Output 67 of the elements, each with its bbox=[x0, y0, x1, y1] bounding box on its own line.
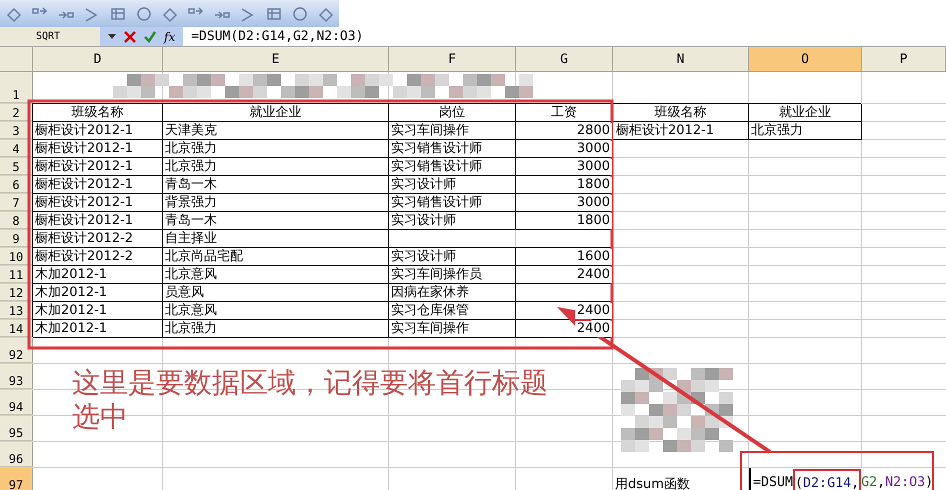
table-cell: 橱柜设计2012-1 bbox=[33, 122, 163, 140]
table-cell: 实习车间操作 bbox=[389, 122, 516, 140]
table-cell: 橱柜设计2012-1 bbox=[33, 212, 163, 230]
column-header[interactable]: O bbox=[749, 47, 862, 72]
column-header[interactable]: P bbox=[862, 47, 946, 72]
select-all-corner[interactable] bbox=[0, 47, 33, 72]
table-cell: 实习销售设计师 bbox=[389, 158, 516, 176]
table-cell: 橱柜设计2012-2 bbox=[33, 248, 163, 266]
column-header[interactable]: F bbox=[389, 47, 516, 72]
table-cell: 北京强力 bbox=[163, 158, 389, 176]
table-cell: 因病在家休养 bbox=[389, 284, 516, 302]
close-icon[interactable] bbox=[124, 30, 136, 42]
table-cell: 实习车间操作 bbox=[389, 320, 516, 338]
cell-editor[interactable]: =DSUM(D2:G14,G2,N2:O3) bbox=[749, 468, 934, 490]
table-cell: 木加2012-1 bbox=[33, 302, 163, 320]
table-cell: 背景强力 bbox=[163, 194, 389, 212]
column-header[interactable]: G bbox=[516, 47, 613, 72]
check-icon[interactable] bbox=[144, 30, 156, 42]
table-cell: 3000 bbox=[516, 140, 613, 158]
table-cell: 3000 bbox=[516, 194, 613, 212]
table-cell: 2800 bbox=[516, 122, 613, 140]
table-cell: 实习车间操作员 bbox=[389, 266, 516, 284]
table-cell: 橱柜设计2012-1 bbox=[33, 194, 163, 212]
table-cell: 青岛一木 bbox=[163, 212, 389, 230]
annotation-note: 这里是要数据区域，记得要将首行标题选中 bbox=[72, 366, 549, 434]
table-cell: 实习设计师 bbox=[389, 176, 516, 194]
table-cell: 北京强力 bbox=[749, 122, 862, 140]
table-cell: 实习设计师 bbox=[389, 248, 516, 266]
table-cell: 橱柜设计2012-1 bbox=[33, 176, 163, 194]
table-cell: 木加2012-1 bbox=[33, 266, 163, 284]
table-cell: 1600 bbox=[516, 248, 613, 266]
formula-field[interactable]: =DSUM(D2:G14,G2,N2:O3) bbox=[183, 27, 946, 46]
table-cell: 橱柜设计2012-1 bbox=[613, 122, 749, 140]
table-cell: 实习设计师 bbox=[389, 212, 516, 230]
table-cell: 橱柜设计2012-1 bbox=[33, 158, 163, 176]
table-cell: 青岛一木 bbox=[163, 176, 389, 194]
column-header[interactable]: E bbox=[163, 47, 389, 72]
row-header[interactable]: 93 bbox=[0, 364, 33, 389]
row-header[interactable]: 95 bbox=[0, 416, 33, 441]
row-header[interactable]: 1 bbox=[0, 72, 33, 103]
table-cell: 1800 bbox=[516, 176, 613, 194]
table-cell: 北京强力 bbox=[163, 320, 389, 338]
table-cell: 北京尚品宅配 bbox=[163, 248, 389, 266]
row-header[interactable]: 97 bbox=[0, 468, 33, 490]
table-cell: 2400 bbox=[516, 266, 613, 284]
name-box[interactable]: SQRT bbox=[0, 31, 100, 42]
table-cell: 实习仓库保管 bbox=[389, 302, 516, 320]
table-cell: 木加2012-1 bbox=[33, 284, 163, 302]
table-cell: 橱柜设计2012-2 bbox=[33, 230, 163, 248]
row-header[interactable]: 94 bbox=[0, 390, 33, 415]
table-cell: 1800 bbox=[516, 212, 613, 230]
insert-function-button[interactable]: fx bbox=[164, 30, 176, 44]
row-header[interactable]: 96 bbox=[0, 442, 33, 467]
table-cell: 实习销售设计师 bbox=[389, 140, 516, 158]
table-cell: 北京强力 bbox=[163, 140, 389, 158]
table-cell: 木加2012-1 bbox=[33, 320, 163, 338]
row-header[interactable]: 92 bbox=[0, 338, 33, 363]
cell-text: 用dsum函数 bbox=[613, 477, 692, 490]
table-cell: 北京意风 bbox=[163, 266, 389, 284]
table-cell: 北京意风 bbox=[163, 302, 389, 320]
table-cell: 3000 bbox=[516, 158, 613, 176]
column-header[interactable]: N bbox=[613, 47, 749, 72]
table-cell: 实习销售设计师 bbox=[389, 194, 516, 212]
table-cell: 员意风 bbox=[163, 284, 389, 302]
column-header[interactable]: D bbox=[33, 47, 163, 72]
dropdown-icon[interactable] bbox=[108, 34, 116, 39]
table-cell: 橱柜设计2012-1 bbox=[33, 140, 163, 158]
